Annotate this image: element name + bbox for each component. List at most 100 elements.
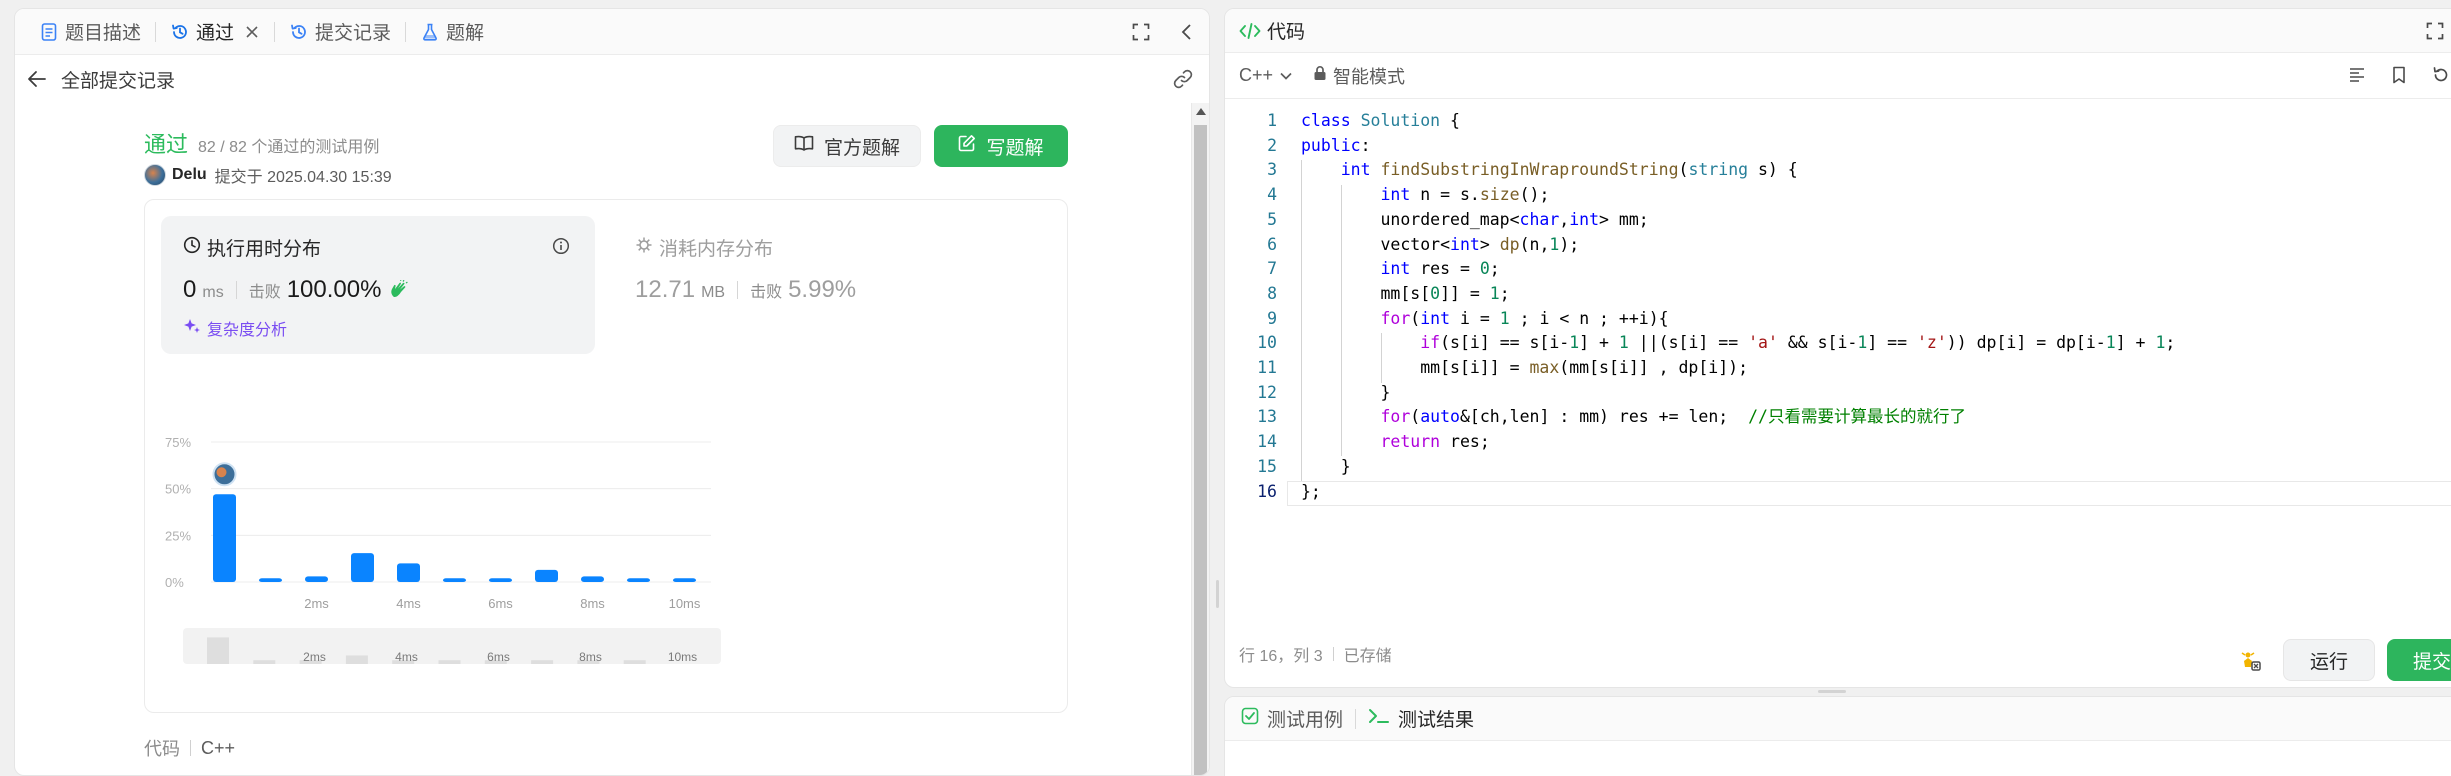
submit-label: 提交: [2413, 651, 2451, 673]
author-name[interactable]: Delu: [172, 166, 207, 184]
tab-test-results-label: 测试结果: [1398, 710, 1475, 731]
line-number: 15: [1257, 456, 1277, 476]
line-number: 9: [1267, 308, 1277, 328]
code-line[interactable]: 14 return res;: [1225, 430, 2451, 455]
bookmark-icon[interactable]: [2387, 63, 2411, 87]
debug-icon[interactable]: [2239, 649, 2263, 673]
tab-solutions[interactable]: 题解: [410, 9, 494, 55]
runtime-beats-label: 击败: [248, 284, 281, 301]
close-icon[interactable]: [244, 24, 260, 40]
bar: [351, 553, 374, 582]
collapse-left-icon[interactable]: [1175, 20, 1199, 44]
code-icon: [1239, 22, 1261, 40]
range-navigator: [183, 628, 721, 664]
smart-mode-label: 智能模式: [1333, 66, 1406, 87]
code-line[interactable]: 10 if(s[i] == s[i-1] + 1 ||(s[i] == 'a' …: [1225, 331, 2451, 356]
runtime-distribution-chart[interactable]: 75% 50% 25% 0% 2ms 4ms 6ms 8ms 10ms 2ms 4ms 6ms 8ms 1…: [145, 360, 1069, 700]
code-text: public:: [1301, 135, 1371, 155]
tab-accepted[interactable]: 通过: [160, 9, 270, 55]
scrollbar-thumb[interactable]: [1194, 125, 1207, 775]
testcase-count: 82 / 82 个通过的测试用例: [198, 139, 380, 156]
line-number: 7: [1267, 259, 1277, 279]
overview-tick-label: 2ms: [303, 650, 326, 664]
x-tick-label: 2ms: [304, 596, 329, 611]
avatar[interactable]: [144, 164, 166, 186]
info-icon[interactable]: [549, 234, 573, 258]
bar: [627, 578, 650, 582]
divider: [190, 740, 191, 756]
tab-submissions[interactable]: 提交记录: [279, 9, 401, 55]
line-number: 6: [1267, 234, 1277, 254]
line-number: 11: [1257, 358, 1277, 377]
runtime-title: 执行用时分布: [183, 234, 321, 261]
memory-title[interactable]: 消耗内存分布: [635, 234, 773, 261]
bar: [489, 578, 512, 582]
fullscreen-icon[interactable]: [1129, 20, 1153, 44]
scroll-up-icon[interactable]: [1196, 108, 1206, 115]
code-line[interactable]: 8 mm[s[0]] = 1;: [1225, 282, 2451, 307]
divider: [235, 281, 237, 299]
code-line[interactable]: 7 int res = 0;: [1225, 257, 2451, 282]
code-text: vector<int> dp(n,1);: [1301, 234, 1580, 254]
code-line[interactable]: 16};: [1225, 480, 2451, 505]
language-select[interactable]: C++: [1239, 65, 1293, 86]
code-line[interactable]: 1 class Solution {: [1225, 109, 2451, 134]
line-number: 14: [1257, 432, 1277, 452]
overview-bar: [531, 660, 554, 664]
code-text: int findSubstringInWraproundString(strin…: [1340, 160, 1798, 180]
tab-submissions-label: 提交记录: [315, 23, 392, 44]
history-icon: [170, 22, 190, 42]
resize-grip[interactable]: [1818, 690, 1846, 693]
code-text: int n = s.size();: [1380, 185, 1550, 205]
fullscreen-icon[interactable]: [2423, 19, 2447, 43]
code-line[interactable]: 15 }: [1225, 455, 2451, 480]
y-tick-label: 0%: [165, 575, 184, 590]
link-icon[interactable]: [1171, 67, 1195, 91]
write-solution-button[interactable]: 写题解: [934, 125, 1068, 167]
panel-resizer[interactable]: [1212, 0, 1224, 776]
edit-icon: [958, 134, 976, 158]
code-line[interactable]: 12 }: [1225, 381, 2451, 406]
tab-test-results[interactable]: 测试结果: [1368, 705, 1474, 732]
tab-testcases-label: 测试用例: [1267, 710, 1344, 731]
code-editor[interactable]: 1 class Solution {2 public: 3 int findSubst…: [1225, 109, 2451, 506]
code-line[interactable]: 11 mm[s[i]] = max(mm[s[i]] , dp[i]);: [1225, 356, 2451, 381]
bar: [581, 576, 604, 582]
code-line[interactable]: 2 public:: [1225, 134, 2451, 159]
vertical-scrollbar[interactable]: [1191, 103, 1209, 775]
code-text: };: [1301, 481, 1321, 501]
memory-value: 12.71: [635, 276, 696, 303]
cursor-position: 行 16，列 3: [1239, 648, 1323, 665]
code-line[interactable]: 9 for(int i = 1 ; i < n ; ++i){: [1225, 307, 2451, 332]
runtime-title-label: 执行用时分布: [207, 239, 322, 260]
submitted-code-header: 代码 C++: [144, 735, 235, 761]
submit-button[interactable]: 提交: [2387, 639, 2451, 681]
code-line[interactable]: 13 for(auto&[ch,len] : mm) res += len; /…: [1225, 405, 2451, 430]
official-solution-button[interactable]: 官方题解: [773, 125, 921, 167]
code-panel-title: 代码: [1267, 22, 1306, 43]
tab-testcases[interactable]: 测试用例: [1241, 705, 1343, 732]
code-line[interactable]: 6 vector<int> dp(n,1);: [1225, 233, 2451, 258]
complexity-analysis-link[interactable]: 复杂度分析: [183, 316, 287, 340]
format-icon[interactable]: [2345, 63, 2369, 87]
run-button[interactable]: 运行: [2283, 639, 2375, 681]
code-text: }: [1301, 456, 1351, 476]
overview-bar: [438, 660, 461, 664]
chevron-down-icon: [1279, 65, 1293, 86]
memory-beats-value: 5.99%: [788, 276, 857, 303]
back-to-submissions[interactable]: 全部提交记录: [15, 55, 1209, 103]
save-status: 已存储: [1343, 648, 1392, 665]
resize-grip[interactable]: [1216, 580, 1219, 608]
reset-icon[interactable]: [2429, 63, 2451, 87]
left-tabbar: 题目描述 通过 提交记录 题解: [15, 9, 1209, 55]
code-line[interactable]: 5 unordered_map<char,int> mm;: [1225, 208, 2451, 233]
checkbox-icon: [1241, 707, 1259, 731]
code-line[interactable]: 4 int n = s.size();: [1225, 183, 2451, 208]
tab-description[interactable]: 题目描述: [29, 9, 151, 55]
smart-mode-toggle[interactable]: 智能模式: [1313, 63, 1405, 89]
runtime-stats[interactable]: 执行用时分布 0 ms 击败 100.00% 复杂度分析: [161, 216, 595, 354]
code-text: class Solution {: [1301, 111, 1460, 130]
code-line[interactable]: 3 int findSubstringInWraproundString(str…: [1225, 158, 2451, 183]
history-icon: [289, 22, 309, 42]
language-select-value: C++: [1239, 65, 1274, 85]
